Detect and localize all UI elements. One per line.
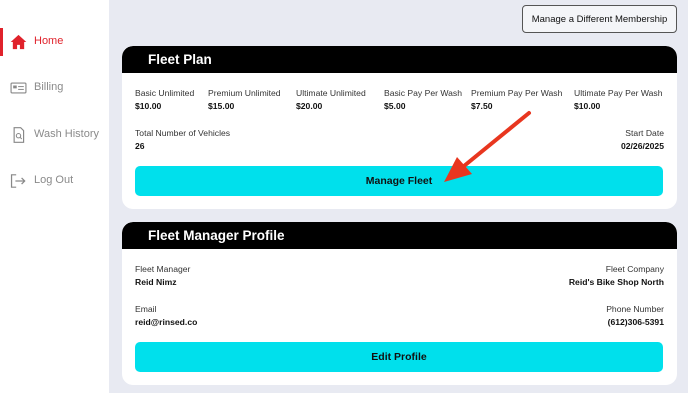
plan-price: $20.00 bbox=[296, 101, 323, 111]
home-icon bbox=[10, 34, 27, 50]
manage-fleet-button[interactable]: Manage Fleet bbox=[135, 166, 663, 196]
email: Email reid@rinsed.co bbox=[135, 304, 197, 327]
vehicle-count-label: Total Number of Vehicles bbox=[135, 128, 231, 138]
wash-history-icon bbox=[13, 127, 25, 143]
start-date-label: Start Date bbox=[625, 128, 664, 138]
plan-item: Premium Unlimited $15.00 bbox=[208, 88, 281, 111]
vehicle-count: Total Number of Vehicles 26 bbox=[135, 128, 230, 151]
logout-icon bbox=[10, 174, 26, 188]
start-date: Start Date 02/26/2025 bbox=[621, 128, 664, 151]
billing-icon bbox=[10, 82, 27, 94]
sidebar-item-wash-history[interactable]: Wash History bbox=[0, 121, 109, 149]
fleet-plan-card: Fleet Plan Basic Unlimited $10.00 Premiu… bbox=[122, 46, 677, 209]
sidebar-item-label: Billing bbox=[34, 81, 64, 93]
plan-price: $7.50 bbox=[471, 101, 493, 111]
sidebar-item-label: Wash History bbox=[34, 128, 99, 140]
plan-price: $10.00 bbox=[135, 101, 162, 111]
manage-different-membership-button[interactable]: Manage a Different Membership bbox=[522, 5, 677, 33]
fleet-company-label: Fleet Company bbox=[605, 264, 664, 274]
sidebar: Home Billing Wash History Log Out bbox=[0, 0, 109, 393]
edit-profile-button[interactable]: Edit Profile bbox=[135, 342, 663, 372]
vehicle-count-value: 26 bbox=[135, 141, 145, 151]
plan-name: Premium Unlimited bbox=[208, 88, 281, 98]
email-value: reid@rinsed.co bbox=[135, 317, 198, 327]
profile-title: Fleet Manager Profile bbox=[122, 222, 677, 249]
plan-name: Basic Pay Per Wash bbox=[384, 88, 463, 98]
phone-number-label: Phone Number bbox=[606, 304, 664, 314]
plan-name: Ultimate Unlimited bbox=[296, 88, 366, 98]
phone-number-value: (612)306-5391 bbox=[607, 317, 664, 327]
plan-price: $10.00 bbox=[574, 101, 601, 111]
plan-item: Ultimate Pay Per Wash $10.00 bbox=[574, 88, 663, 111]
plan-item: Ultimate Unlimited $20.00 bbox=[296, 88, 366, 111]
plan-price: $5.00 bbox=[384, 101, 406, 111]
plan-item: Premium Pay Per Wash $7.50 bbox=[471, 88, 562, 111]
phone-number: Phone Number (612)306-5391 bbox=[606, 304, 664, 327]
plan-item: Basic Pay Per Wash $5.00 bbox=[384, 88, 462, 111]
fleet-plan-title: Fleet Plan bbox=[122, 46, 677, 73]
sidebar-item-home[interactable]: Home bbox=[0, 28, 109, 56]
plan-name: Ultimate Pay Per Wash bbox=[574, 88, 663, 98]
sidebar-item-logout[interactable]: Log Out bbox=[0, 167, 109, 195]
plan-list: Basic Unlimited $10.00 Premium Unlimited… bbox=[135, 88, 664, 118]
email-label: Email bbox=[135, 304, 157, 314]
fleet-manager: Fleet Manager Reid Nimz bbox=[135, 264, 190, 287]
sidebar-item-label: Log Out bbox=[34, 174, 74, 186]
plan-name: Basic Unlimited bbox=[135, 88, 195, 98]
fleet-company-value: Reid's Bike Shop North bbox=[568, 277, 664, 287]
fleet-manager-profile-card: Fleet Manager Profile Fleet Manager Reid… bbox=[122, 222, 677, 385]
fleet-manager-value: Reid Nimz bbox=[135, 277, 177, 287]
fleet-company: Fleet Company Reid's Bike Shop North bbox=[569, 264, 664, 287]
plan-name: Premium Pay Per Wash bbox=[471, 88, 563, 98]
start-date-value: 02/26/2025 bbox=[620, 141, 664, 151]
fleet-manager-label: Fleet Manager bbox=[135, 264, 191, 274]
plan-price: $15.00 bbox=[208, 101, 235, 111]
plan-item: Basic Unlimited $10.00 bbox=[135, 88, 194, 111]
sidebar-item-label: Home bbox=[34, 35, 64, 47]
sidebar-item-billing[interactable]: Billing bbox=[0, 74, 109, 102]
